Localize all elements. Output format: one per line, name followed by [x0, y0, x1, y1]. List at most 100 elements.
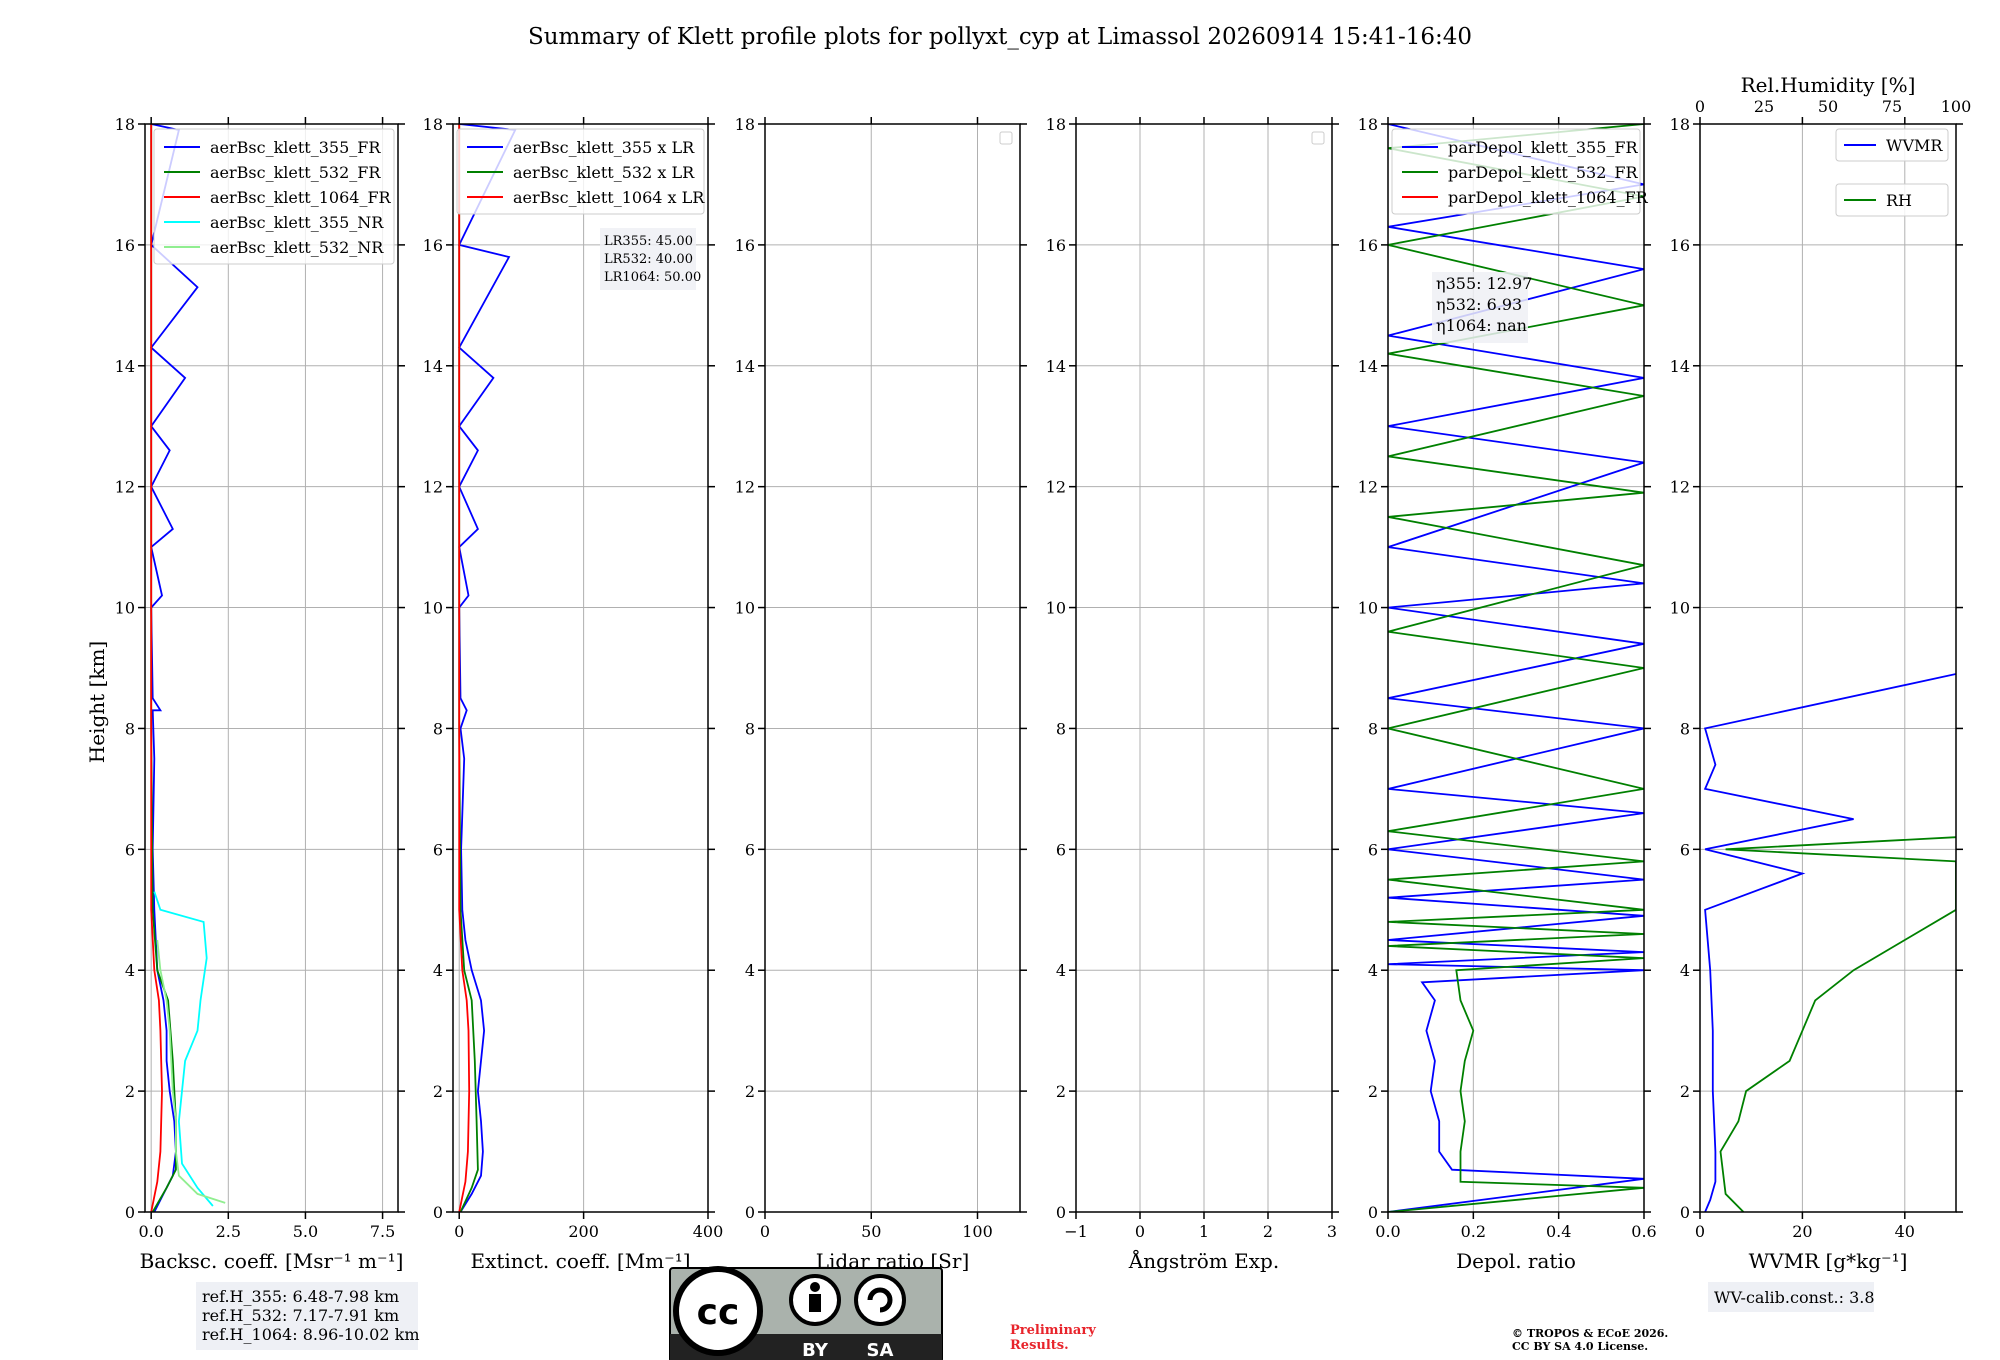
copyright-line-2: CC BY SA 4.0 License.: [1512, 1340, 1648, 1353]
y-tick-label: 12: [1358, 478, 1378, 497]
y-tick-label: 2: [745, 1082, 755, 1101]
y-tick-label: 4: [433, 961, 443, 980]
x-tick-label: 0.0: [138, 1222, 163, 1241]
x-tick-label: 0.2: [1461, 1222, 1486, 1241]
panel-5: 0 2 4 6 8 10 12 14 16 18 0.0 0.2 0.4 0.6 Depol. ratio p…: [1358, 115, 1657, 1273]
y-tick-label: 6: [745, 840, 755, 859]
series-line-WVMR: [1703, 673, 1956, 1212]
y-tick-label: 16: [735, 236, 755, 255]
annotation-text: LR532: 40.00: [604, 252, 693, 267]
ref-height-532: ref.H_532: 7.17-7.91 km: [202, 1306, 399, 1325]
y-tick-label: 10: [115, 599, 135, 618]
x-tick-label: 400: [693, 1222, 724, 1241]
legend-label-aerBsc_klett_355 x LR: aerBsc_klett_355 x LR: [513, 138, 695, 157]
y-tick-label: 10: [1046, 599, 1066, 618]
y-tick-label: 2: [1368, 1082, 1378, 1101]
ref-height-1064: ref.H_1064: 8.96-10.02 km: [202, 1325, 420, 1344]
x-tick-label: 0: [1135, 1222, 1145, 1241]
y-tick-label: 4: [1368, 961, 1378, 980]
x-tick-label: 2.5: [216, 1222, 241, 1241]
y-tick-label: 4: [125, 961, 135, 980]
y-tick-label: 6: [125, 840, 135, 859]
x-tick-label: 7.5: [370, 1222, 395, 1241]
x-tick-label: 0: [1695, 1222, 1705, 1241]
legend-label-WVMR: WVMR: [1886, 136, 1943, 155]
y-tick-label: 18: [735, 115, 755, 134]
y-tick-label: 12: [1670, 478, 1690, 497]
legend-label-parDepol_klett_532_FR: parDepol_klett_532_FR: [1448, 163, 1639, 182]
plot-panels: 0246810121416180.0 2.5 5.0 7.5Backsc. coeff…: [115, 73, 1972, 1273]
y-tick-label: 18: [115, 115, 135, 134]
legend-label-parDepol_klett_355_FR: parDepol_klett_355_FR: [1448, 138, 1639, 157]
y-tick-label: 0: [1056, 1203, 1066, 1222]
legend-label-aerBsc_klett_1064_FR: aerBsc_klett_1064_FR: [210, 188, 392, 207]
x-tick-label: 2: [1263, 1222, 1273, 1241]
y-tick-label: 8: [1680, 719, 1690, 738]
y-tick-label: 4: [1056, 961, 1066, 980]
badge-by-label: BY: [802, 1340, 829, 1360]
legend-label-RH: RH: [1886, 191, 1912, 210]
y-tick-label: 16: [1358, 236, 1378, 255]
x2-tick-label: 75: [1882, 97, 1902, 116]
y-tick-label: 18: [423, 115, 443, 134]
y-tick-label: 14: [1358, 357, 1378, 376]
empty-legend-box: [999, 131, 1013, 145]
y-axis-label: Height [km]: [85, 641, 109, 763]
y-tick-label: 10: [1358, 599, 1378, 618]
panel-3: 0246810121416180 50 100Lidar ratio [Sr]: [735, 115, 1027, 1273]
y-tick-label: 16: [423, 236, 443, 255]
y-tick-label: 12: [115, 478, 135, 497]
legend-label-aerBsc_klett_532_NR: aerBsc_klett_532_NR: [210, 238, 384, 257]
x-axis-label: Ångström Exp.: [1128, 1248, 1279, 1273]
y-tick-label: 14: [115, 357, 135, 376]
y-tick-label: 8: [125, 719, 135, 738]
x-axis-label: Depol. ratio: [1456, 1249, 1576, 1273]
y-tick-label: 16: [1046, 236, 1066, 255]
ref-height-355: ref.H_355: 6.48-7.98 km: [202, 1287, 399, 1306]
figure-title: Summary of Klett profile plots for polly…: [528, 24, 1472, 50]
y-tick-label: 6: [433, 840, 443, 859]
by-person-head: [810, 1282, 820, 1292]
annotation-text: LR355: 45.00: [604, 234, 693, 249]
y-tick-label: 6: [1368, 840, 1378, 859]
x2-tick-label: 0: [1695, 97, 1705, 116]
x2-tick-label: 25: [1754, 97, 1774, 116]
panel-1: 0 2 4 6 8 10 12 14 16 18 0.0 2.5 5.0 7.5 Backsc. coeff…: [115, 115, 405, 1273]
legend-label-aerBsc_klett_532 x LR: aerBsc_klett_532 x LR: [513, 163, 695, 182]
series-line-aerBsc_klett_355_NR: [153, 891, 214, 1207]
by-person-body: [809, 1294, 821, 1312]
badge-sa-label: SA: [867, 1340, 894, 1360]
legend-label-aerBsc_klett_355_FR: aerBsc_klett_355_FR: [210, 138, 381, 157]
axes-frame: [1699, 123, 1957, 1213]
wv-calibration-box: WV-calib.const.: 3.8: [1708, 1282, 1875, 1312]
y-tick-label: 16: [115, 236, 135, 255]
y-tick-label: 6: [1056, 840, 1066, 859]
x-tick-label: 0: [454, 1222, 464, 1241]
panel-2: 0 2 4 6 8 10 12 14 16 18 0 200 400Extinct. coeff. [M…: [423, 115, 724, 1273]
y-tick-label: 18: [1358, 115, 1378, 134]
x-tick-label: 0.6: [1631, 1222, 1656, 1241]
series-line-aerBsc_klett_355 x LR: [457, 124, 517, 1212]
x-tick-label: 20: [1792, 1222, 1812, 1241]
x-tick-label: 1: [1199, 1222, 1209, 1241]
x2-axis-label: Rel.Humidity [%]: [1741, 73, 1916, 97]
y-tick-label: 14: [1670, 357, 1690, 376]
x-tick-label: 50: [861, 1222, 881, 1241]
legend-label-aerBsc_klett_355_NR: aerBsc_klett_355_NR: [210, 213, 384, 232]
sa-share-icon: [854, 1274, 906, 1326]
axes-frame: [764, 123, 1021, 1213]
y-tick-label: 18: [1046, 115, 1066, 134]
x-axis-label: Extinct. coeff. [Mm⁻¹]: [470, 1249, 690, 1273]
x-tick-label: 200: [568, 1222, 599, 1241]
y-tick-label: 4: [1680, 961, 1690, 980]
y-tick-label: 0: [433, 1203, 443, 1222]
y-tick-label: 12: [1046, 478, 1066, 497]
y-tick-label: 0: [1680, 1203, 1690, 1222]
series-group: [1703, 673, 1956, 1212]
y-tick-label: 2: [1680, 1082, 1690, 1101]
axes-frame: [144, 123, 399, 1213]
x-axis-label: Backsc. coeff. [Msr⁻¹ m⁻¹]: [140, 1249, 404, 1273]
x-tick-label: 40: [1895, 1222, 1915, 1241]
series-group: [149, 124, 226, 1212]
x-tick-label: 5.0: [293, 1222, 318, 1241]
